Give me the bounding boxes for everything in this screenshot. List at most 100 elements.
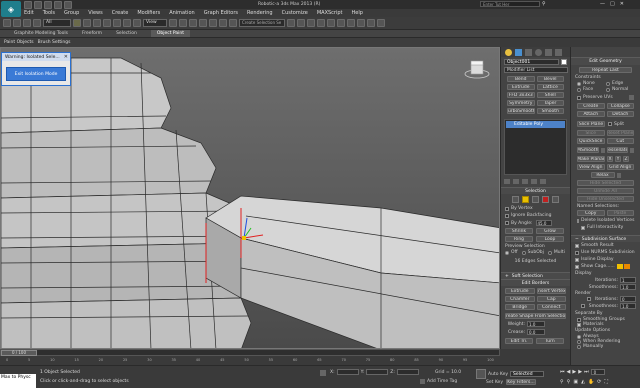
turn-button[interactable]: Turn	[536, 338, 564, 344]
show-cage-checkbox[interactable]	[575, 264, 579, 269]
slice-button[interactable]: Slice	[577, 130, 605, 136]
angle-snap-icon[interactable]	[199, 19, 207, 27]
rotate-icon[interactable]	[123, 19, 131, 27]
minimize-icon[interactable]: —	[600, 1, 605, 7]
shell-button[interactable]: Shell	[536, 92, 564, 98]
constraint-none-radio[interactable]	[577, 81, 581, 86]
constraint-face-radio[interactable]	[577, 87, 581, 92]
fov-icon[interactable]: ◭	[581, 379, 585, 385]
reset-plane-button[interactable]: Reset Plane	[606, 130, 634, 136]
repeat-last-button[interactable]: Repeat Last	[579, 67, 632, 73]
set-key-label[interactable]: Set Key	[486, 380, 503, 385]
polygon-mode-icon[interactable]	[542, 196, 549, 203]
z-coord-field[interactable]	[396, 369, 419, 375]
always-radio[interactable]	[577, 334, 581, 339]
edit-named-sel-icon[interactable]	[229, 19, 237, 27]
undo-tool-icon[interactable]	[3, 19, 11, 27]
edge-mode-icon[interactable]	[522, 196, 529, 203]
selection-rollout-header[interactable]: Selection	[501, 187, 570, 194]
modifier-stack[interactable]: Editable Poly	[504, 119, 567, 175]
key-filters-button[interactable]: Key Filters...	[505, 379, 536, 385]
menu-edit[interactable]: Edit	[24, 10, 34, 16]
maximize-icon[interactable]: □	[610, 1, 615, 7]
planar-y-button[interactable]: Y	[615, 156, 621, 162]
preview-subobj-radio[interactable]	[521, 250, 526, 255]
modify-tab-icon[interactable]	[515, 48, 522, 56]
planar-x-button[interactable]: X	[607, 156, 613, 162]
y-coord-field[interactable]	[366, 369, 389, 375]
link-icon[interactable]	[23, 19, 31, 27]
by-angle-checkbox[interactable]	[505, 221, 509, 225]
add-time-tag-label[interactable]: Add Time Tag	[427, 379, 457, 384]
redo-tool-icon[interactable]	[13, 19, 21, 27]
next-frame-icon[interactable]: ▶	[578, 369, 582, 375]
subtab-paint-objects[interactable]: Paint Objects	[4, 40, 34, 45]
paste-button[interactable]: Paste	[606, 210, 634, 216]
pivot-icon[interactable]	[169, 19, 177, 27]
copy-button[interactable]: Copy	[577, 210, 605, 216]
dialog-titlebar[interactable]: Warning: Isolated Sele... ✕	[2, 53, 70, 61]
create-button[interactable]: Create	[577, 103, 605, 109]
set-key-big-icon[interactable]	[476, 369, 486, 379]
tessellate-settings-icon[interactable]	[630, 147, 634, 153]
maxscript-listener[interactable]: Max to Physc	[0, 374, 36, 388]
go-to-end-icon[interactable]: ⏭	[584, 369, 589, 375]
menu-maxscript[interactable]: MAXScript	[317, 10, 343, 16]
msmooth-button[interactable]: MSmooth	[577, 147, 599, 153]
remove-modifier-icon[interactable]	[531, 178, 537, 184]
move-icon[interactable]	[113, 19, 121, 27]
prev-frame-icon[interactable]: ◀	[567, 369, 571, 375]
zoom-extents-icon[interactable]: ▣	[573, 379, 578, 385]
edit-borders-header[interactable]: Edit Borders	[501, 279, 570, 286]
percent-snap-icon[interactable]	[209, 19, 217, 27]
menu-animation[interactable]: Animation	[169, 10, 195, 16]
tab-selection[interactable]: Selection	[116, 31, 137, 36]
menu-modifiers[interactable]: Modifiers	[137, 10, 160, 16]
zoom-all-icon[interactable]: ⚲	[567, 379, 571, 385]
maximize-viewport-icon[interactable]: ⛶	[604, 379, 608, 385]
weight-spinner[interactable]: 1.0	[527, 321, 545, 327]
grid-align-button[interactable]: Grid Align	[606, 164, 634, 170]
cage-color-swatch-1[interactable]	[616, 264, 623, 269]
smooth-button[interactable]: Smooth	[536, 108, 564, 114]
ring-button[interactable]: Ring	[505, 236, 533, 242]
by-vertex-checkbox[interactable]	[505, 206, 509, 211]
mirror-icon[interactable]	[287, 19, 295, 27]
save-icon[interactable]	[44, 1, 52, 9]
create-tab-icon[interactable]	[505, 48, 512, 56]
select-object-icon[interactable]	[73, 19, 81, 27]
named-selection-dropdown[interactable]: Create Selection Se	[239, 19, 285, 27]
tessellate-button[interactable]: Tessellate	[606, 147, 629, 153]
new-icon[interactable]	[24, 1, 32, 9]
border-mode-icon[interactable]	[532, 196, 539, 203]
close-icon[interactable]: ✕	[620, 1, 624, 7]
render-setup-icon[interactable]	[357, 19, 365, 27]
object-color-swatch[interactable]	[561, 59, 567, 65]
view-align-button[interactable]: View Align	[577, 164, 605, 170]
make-planar-button[interactable]: Make Planar	[577, 156, 605, 162]
exit-isolation-button[interactable]: Exit Isolation Mode	[6, 67, 66, 81]
extrude-button[interactable]: Extrude	[505, 288, 535, 294]
orbit-icon[interactable]: ⟳	[597, 379, 601, 385]
vertex-mode-icon[interactable]	[512, 196, 519, 203]
search-input[interactable]: Enter Tut Her	[480, 1, 540, 7]
menu-views[interactable]: Views	[88, 10, 102, 16]
soft-selection-header[interactable]: + Soft Selection	[501, 272, 570, 279]
symmetry-button[interactable]: Symmetry	[507, 100, 535, 106]
motion-tab-icon[interactable]	[535, 48, 542, 56]
manipulate-icon[interactable]	[179, 19, 187, 27]
isoline-display-checkbox[interactable]	[575, 257, 579, 262]
menu-group[interactable]: Group	[64, 10, 79, 16]
unlink-icon[interactable]	[33, 19, 41, 27]
play-icon[interactable]: ▶	[572, 369, 576, 375]
materials-checkbox[interactable]	[577, 322, 581, 327]
split-checkbox[interactable]	[608, 122, 612, 126]
stack-item-editable-poly[interactable]: Editable Poly	[506, 121, 565, 128]
delete-isolated-checkbox[interactable]	[577, 218, 579, 223]
preview-multi-radio[interactable]	[547, 250, 552, 255]
constraint-edge-radio[interactable]	[606, 81, 610, 86]
make-unique-icon[interactable]	[522, 178, 528, 184]
preserve-uvs-settings-icon[interactable]	[629, 95, 634, 100]
app-logo-icon[interactable]: ◈	[1, 1, 21, 17]
subdivision-surface-header[interactable]: − Subdivision Surface	[571, 235, 640, 242]
